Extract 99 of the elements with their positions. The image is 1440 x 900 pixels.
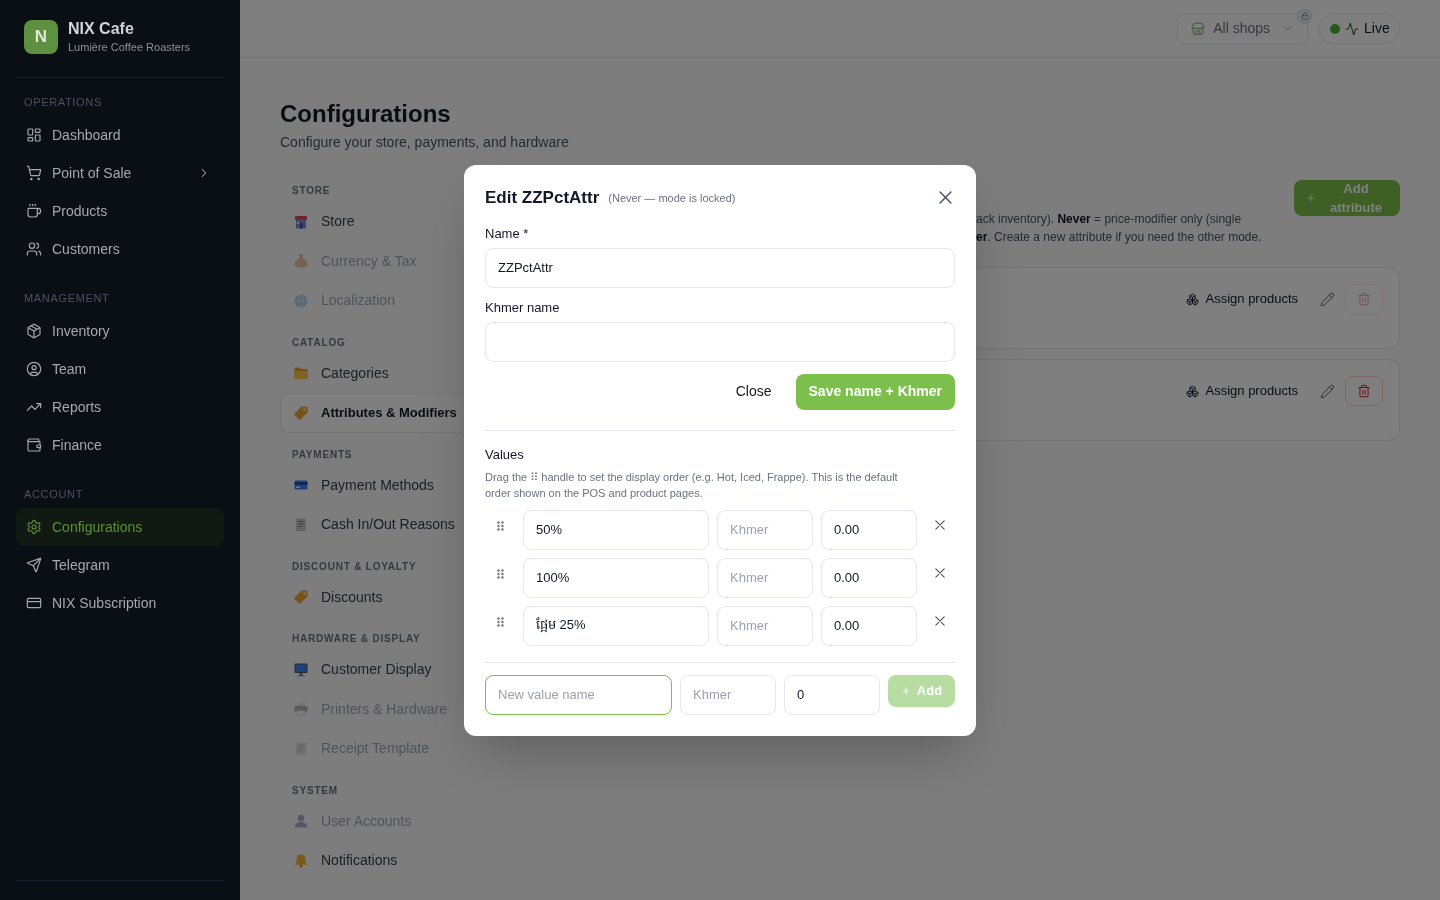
khmer-input[interactable]: Khmer bbox=[717, 605, 813, 646]
assign-products-button[interactable]: Assign products bbox=[1185, 376, 1298, 406]
box-icon bbox=[26, 323, 42, 339]
sidebar-nav-item[interactable]: Customers bbox=[16, 230, 224, 268]
plus-icon bbox=[1306, 193, 1316, 203]
text-input[interactable]: ZZPctAttr bbox=[485, 247, 955, 288]
trash-icon bbox=[1357, 384, 1371, 398]
shop-icon bbox=[294, 214, 308, 229]
price-input[interactable]: 0.00 bbox=[821, 605, 917, 646]
nav-section-label: PAYMENTS bbox=[291, 447, 354, 462]
brand-tagline: Lumière Coffee Roasters bbox=[68, 40, 191, 55]
section-label: OPERATIONS bbox=[23, 95, 103, 110]
values-label: Values bbox=[485, 445, 525, 464]
new-value-input[interactable]: New value name bbox=[485, 674, 672, 715]
nav-section-label: DISCOUNT & LOYALTY bbox=[291, 559, 418, 574]
page-subtitle: Configure your store, payments, and hardware bbox=[280, 133, 570, 152]
live-label: Live bbox=[1364, 19, 1390, 38]
monitor-icon bbox=[294, 662, 308, 677]
assign-products-button[interactable]: Assign products bbox=[1185, 284, 1298, 314]
description-text: ack inventory). Never = price-modifier only (single bbox=[976, 211, 1243, 228]
cart-icon bbox=[26, 165, 42, 181]
price-input[interactable]: 0.00 bbox=[821, 557, 917, 598]
pencil-icon bbox=[1320, 383, 1335, 399]
nav-section-label: CATALOG bbox=[291, 335, 347, 350]
price-input[interactable]: 0 bbox=[784, 674, 880, 715]
sidebar-nav-item[interactable]: NIX Subscription bbox=[16, 584, 224, 622]
boxes-icon bbox=[1185, 292, 1199, 306]
folder-icon bbox=[294, 366, 308, 381]
field-label: Khmer name bbox=[485, 298, 561, 317]
sidebar-nav-item[interactable]: Configurations bbox=[16, 508, 224, 546]
value-name-input[interactable]: 50% bbox=[523, 509, 709, 550]
settings-nav-item[interactable]: Attributes & Modifiers bbox=[280, 393, 462, 433]
x-icon bbox=[935, 615, 945, 626]
sidebar-nav-item[interactable]: Finance bbox=[16, 426, 224, 464]
grip-icon[interactable] bbox=[497, 568, 504, 579]
settings-nav-item[interactable]: Categories bbox=[280, 353, 462, 393]
settings-nav-item[interactable]: Discounts bbox=[280, 577, 462, 617]
receipt-icon bbox=[294, 517, 308, 532]
close-text-button[interactable]: Close bbox=[723, 373, 784, 410]
sidebar-nav-item[interactable]: Team bbox=[16, 350, 224, 388]
user-circle-icon bbox=[26, 361, 42, 377]
khmer-input[interactable]: Khmer bbox=[717, 557, 813, 598]
paper-plane-icon bbox=[26, 557, 42, 573]
bell-icon bbox=[294, 853, 308, 868]
grid-icon bbox=[26, 127, 42, 143]
credit-card-icon bbox=[26, 595, 42, 611]
credit-card-icon bbox=[294, 478, 308, 493]
boxes-icon bbox=[1185, 384, 1199, 398]
pencil-icon bbox=[1320, 291, 1335, 307]
grip-icon[interactable] bbox=[497, 520, 504, 531]
sidebar-nav-item[interactable]: Telegram bbox=[16, 546, 224, 584]
tag-icon bbox=[294, 590, 308, 605]
remove-value-button[interactable] bbox=[935, 615, 945, 626]
cup-icon bbox=[26, 203, 42, 219]
tag-icon bbox=[294, 405, 308, 420]
brand-logo: N bbox=[24, 20, 58, 54]
plus-icon bbox=[900, 685, 911, 696]
dialog-note: (Never — mode is locked) bbox=[608, 191, 736, 207]
settings-nav-item[interactable]: Store bbox=[280, 202, 462, 242]
users-icon bbox=[26, 241, 42, 257]
x-icon bbox=[935, 519, 945, 530]
field-label: Name * bbox=[485, 224, 530, 243]
sidebar-nav-item[interactable]: Products bbox=[16, 192, 224, 230]
nav-section-label: HARDWARE & DISPLAY bbox=[291, 632, 422, 646]
settings-nav-item[interactable]: Notifications bbox=[280, 841, 462, 881]
sidebar-nav-item[interactable]: Dashboard bbox=[16, 116, 224, 154]
store-icon bbox=[1191, 21, 1206, 36]
x-icon bbox=[935, 567, 945, 578]
activity-icon bbox=[1345, 21, 1359, 36]
remove-value-button[interactable] bbox=[935, 567, 945, 578]
khmer-input[interactable]: Khmer bbox=[680, 674, 776, 715]
value-name-input[interactable]: 100% bbox=[523, 557, 709, 598]
text-input[interactable] bbox=[485, 321, 955, 362]
remove-value-button[interactable] bbox=[935, 519, 945, 530]
delete-button[interactable] bbox=[1345, 376, 1383, 406]
grip-icon[interactable] bbox=[497, 616, 504, 627]
khmer-input[interactable]: Khmer bbox=[717, 509, 813, 550]
section-label: MANAGEMENT bbox=[23, 291, 111, 306]
nav-section-label: STORE bbox=[291, 184, 332, 198]
section-label: ACCOUNT bbox=[23, 487, 84, 502]
dialog-title: Edit ZZPctAttr bbox=[485, 186, 600, 209]
page-title: Configurations bbox=[280, 99, 452, 129]
wallet-icon bbox=[26, 437, 42, 453]
description-text: er. Create a new attribute if you need the other mode. bbox=[976, 229, 1263, 246]
close-button[interactable] bbox=[939, 191, 952, 204]
shop-selector[interactable]: All shops bbox=[1177, 12, 1308, 45]
sidebar-nav-item[interactable]: Reports bbox=[16, 388, 224, 426]
close-icon bbox=[939, 191, 952, 204]
values-help-text: Drag the ⠿ handle to set the display order (e.g. Hot, Iced, Frappe). This is the default order shown on the POS and product pages. bbox=[485, 469, 899, 501]
settings-nav-item[interactable]: Payment Methods bbox=[280, 465, 462, 505]
brand-name: NIX Cafe bbox=[68, 19, 135, 39]
sidebar-nav-item[interactable]: Point of Sale bbox=[16, 154, 224, 192]
settings-icon bbox=[26, 519, 42, 535]
sidebar-nav-item[interactable]: Inventory bbox=[16, 312, 224, 350]
settings-nav-item[interactable]: Customer Display bbox=[280, 650, 462, 690]
settings-nav-item[interactable]: Cash In/Out Reasons bbox=[280, 505, 462, 545]
value-name-input[interactable]: ផ្អែម 25% bbox=[523, 605, 709, 646]
price-input[interactable]: 0.00 bbox=[821, 509, 917, 550]
nav-section-label: SYSTEM bbox=[291, 783, 339, 798]
